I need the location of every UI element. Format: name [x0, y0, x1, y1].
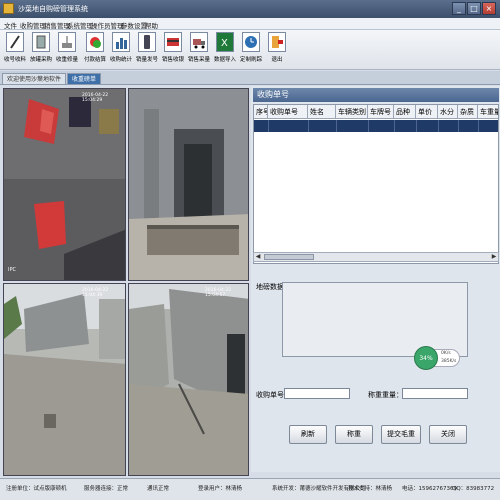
menu-file[interactable]: 文件 — [4, 20, 17, 30]
toolbar-label: 销量发号 — [135, 57, 158, 63]
order-number-input[interactable] — [284, 388, 350, 399]
camera-timestamp: 2016-04-22 15:04:29 — [82, 93, 109, 103]
clock-icon — [242, 32, 260, 52]
chart-icon — [112, 32, 130, 52]
toolbar-button-6[interactable]: 销量发号 — [134, 32, 160, 68]
toolbar-label: 收号收料 — [3, 57, 26, 63]
window-title: 沙葉地自购磅管理系统 — [18, 5, 88, 13]
toolbar-label: 销售采量 — [187, 57, 210, 63]
col-header[interactable]: 品种 — [394, 105, 416, 119]
grid-title: 收购单号 — [253, 88, 499, 102]
network-percent: 34% — [414, 346, 438, 370]
toolbar-button-11[interactable]: 退出 — [264, 32, 290, 68]
status-server: 服务器连接：正常 — [84, 486, 129, 492]
purchase-panel: 收购单号 序号 收购单号 姓名 车辆类别 车牌号 品种 单价 水分 杂质 车重量… — [251, 86, 500, 472]
svg-text:X: X — [221, 38, 228, 49]
col-header[interactable]: 序号 — [254, 105, 268, 119]
status-user: 登录用户：林清杨 — [198, 486, 243, 492]
minimize-button[interactable]: _ — [452, 2, 466, 15]
toolbar-label: 销售收银 — [161, 57, 184, 63]
weight-input[interactable] — [402, 388, 468, 399]
toolbar-label: 收重修量 — [55, 57, 78, 63]
truck-icon — [190, 32, 208, 52]
status-bar: 注册单位：试点版康顿机 服务器连接：正常 通讯正常 登录用户：林清杨 系统开发：… — [0, 478, 500, 500]
weight-label: 称重重量： — [368, 391, 403, 399]
menu-purchase[interactable]: 收购管理 — [20, 20, 46, 30]
menu-operator[interactable]: 操作员管理 — [91, 20, 124, 30]
upload-speed: 0K/s — [441, 351, 451, 356]
toolbar-label: 定制刷踪 — [239, 57, 262, 63]
col-header[interactable]: 杂质 — [458, 105, 478, 119]
toolbar-button-2[interactable]: 放罐采购 — [28, 32, 54, 68]
menu-help[interactable]: 帮助 — [145, 20, 158, 30]
camera-feed-4: 2016-04-22 15:04:57 — [128, 283, 249, 476]
table-row-selected[interactable] — [254, 120, 498, 132]
toolbar-button-5[interactable]: 收购统计 — [108, 32, 134, 68]
toolbar-button-9[interactable]: X 数据导入 — [212, 32, 238, 68]
app-icon — [3, 3, 14, 14]
menu-bar: 文件 收购管理 销售管理 系统管理 操作员管理 参数设置 帮助 — [0, 18, 500, 30]
pencil-icon — [6, 32, 24, 52]
toolbar: 收号收料 放罐采购 收重修量 付款结算 收购统计 销量发号 销售收银 销售采量 … — [0, 30, 500, 70]
toolbar-label: 收购统计 — [109, 57, 132, 63]
card-icon — [164, 32, 182, 52]
col-header[interactable]: 车辆类别 — [336, 105, 368, 119]
toolbar-button-1[interactable]: 收号收料 — [2, 32, 28, 68]
menu-system[interactable]: 系统管理 — [67, 20, 93, 30]
submit-gross-weight-button[interactable]: 提交毛重 — [381, 425, 421, 444]
title-bar: 沙葉地自购磅管理系统 _ □ × — [0, 0, 500, 18]
toolbar-button-8[interactable]: 销售采量 — [186, 32, 212, 68]
tank-icon — [32, 32, 50, 52]
scroll-left-icon[interactable]: ◀ — [254, 253, 262, 261]
status-register: 注册单位：试点版康顿机 — [6, 486, 67, 492]
toolbar-button-10[interactable]: 定制刷踪 — [238, 32, 264, 68]
network-monitor: 0K/s 385K/s 34% — [414, 346, 460, 370]
col-header[interactable]: 车重量 — [478, 105, 498, 119]
toolbar-button-3[interactable]: 收重修量 — [54, 32, 80, 68]
tab-weighing[interactable]: 收重磅单 — [67, 73, 102, 84]
purchase-table[interactable]: 序号 收购单号 姓名 车辆类别 车牌号 品种 单价 水分 杂质 车重量 — [253, 104, 499, 264]
toolbar-button-7[interactable]: 销售收银 — [160, 32, 186, 68]
tab-welcome[interactable]: 欢迎使用沙葉地软件 — [2, 73, 67, 84]
toolbar-label: 退出 — [271, 57, 283, 63]
exit-icon — [268, 32, 286, 52]
close-button[interactable]: 关闭 — [429, 425, 467, 444]
menu-settings[interactable]: 参数设置 — [121, 20, 147, 30]
download-speed: 385K/s — [441, 359, 457, 364]
col-header[interactable]: 收购单号 — [268, 105, 308, 119]
col-header[interactable]: 姓名 — [308, 105, 336, 119]
camera-timestamp: 2016-04-22 15:04:39 — [82, 288, 109, 298]
close-window-button[interactable]: × — [482, 2, 496, 15]
horizontal-scrollbar[interactable]: ◀ ▶ — [253, 252, 499, 262]
camera-feed-1: 2016-04-22 15:04:29 IPC — [3, 88, 126, 281]
camera-feed-3: 2016-04-22 15:04:39 — [3, 283, 126, 476]
camera-label: IPC — [8, 267, 16, 273]
phone-icon — [138, 32, 156, 52]
excel-icon: X — [216, 32, 234, 52]
scroll-thumb[interactable] — [264, 254, 314, 260]
toolbar-label: 付款结算 — [83, 57, 106, 63]
status-support: 技术支持：林清杨 — [348, 486, 393, 492]
col-header[interactable]: 车牌号 — [368, 105, 394, 119]
status-comm: 通讯正常 — [147, 486, 170, 492]
status-qq: QQ：83983772 — [452, 486, 495, 492]
toolbar-label: 数据导入 — [213, 57, 236, 63]
table-header: 序号 收购单号 姓名 车辆类别 车牌号 品种 单价 水分 杂质 车重量 — [254, 105, 498, 119]
camera-timestamp: 2016-04-22 15:04:57 — [205, 288, 232, 298]
refresh-button[interactable]: 刷新 — [289, 425, 327, 444]
scale-icon — [58, 32, 76, 52]
coin-icon — [86, 32, 104, 52]
weigh-button[interactable]: 称重 — [335, 425, 373, 444]
camera-feed-2 — [128, 88, 249, 281]
tab-bar: 欢迎使用沙葉地软件 收重磅单 — [0, 71, 500, 85]
scroll-right-icon[interactable]: ▶ — [490, 253, 498, 261]
status-phone: 电话：15962767369 — [402, 486, 457, 492]
col-header[interactable]: 水分 — [438, 105, 458, 119]
col-header[interactable]: 单价 — [416, 105, 438, 119]
toolbar-button-4[interactable]: 付款结算 — [82, 32, 108, 68]
toolbar-label: 放罐采购 — [29, 57, 52, 63]
maximize-button[interactable]: □ — [467, 2, 481, 15]
